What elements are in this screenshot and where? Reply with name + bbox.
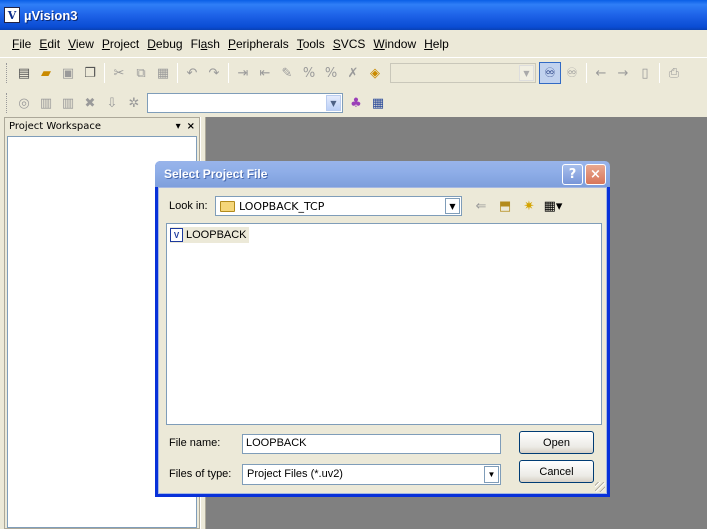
files-of-type-value: Project Files (*.uv2) <box>247 468 343 480</box>
save-all-icon[interactable]: ❐ <box>79 62 101 84</box>
menu-file[interactable]: File <box>8 35 35 53</box>
copy-icon[interactable]: ⧉ <box>130 62 152 84</box>
dialog-titlebar[interactable]: Select Project File ? × <box>155 161 610 187</box>
new-folder-icon[interactable]: ✷ <box>518 196 540 216</box>
navigate-forward-icon[interactable]: → <box>612 62 634 84</box>
stop-build-icon[interactable]: ✖ <box>79 92 101 114</box>
manage-components-icon[interactable]: ▦ <box>367 92 389 114</box>
dialog-body: Look in: LOOPBACK_TCP ▼ ⇐ ⬒ ✷ ▦▾ V LOOPB… <box>158 187 607 494</box>
menu-view[interactable]: View <box>64 35 98 53</box>
help-icon[interactable]: ? <box>562 163 583 185</box>
find-combo[interactable]: ▼ <box>390 63 536 83</box>
toolbar-grip[interactable] <box>6 93 9 113</box>
find-binoculars-icon[interactable]: ♾ <box>539 62 561 84</box>
toolbar-separator <box>659 63 660 83</box>
open-file-icon[interactable]: ▰ <box>35 62 57 84</box>
files-of-type-label: Files of type: <box>169 468 232 480</box>
menu-svcs[interactable]: SVCS <box>329 35 370 53</box>
chevron-down-icon[interactable]: ▼ <box>326 95 341 111</box>
unindent-icon[interactable]: ⇤ <box>254 62 276 84</box>
workspace-title: Project Workspace <box>9 120 102 132</box>
workspace-options-icon[interactable]: ▾ <box>176 121 181 132</box>
file-extensions-icon[interactable]: ♣ <box>345 92 367 114</box>
build-toolbar: ◎ ▥ ▥ ✖ ⇩ ✲ ▼ ♣ ▦ <box>0 88 707 118</box>
menu-peripherals[interactable]: Peripherals <box>224 35 293 53</box>
bookmark-clear-icon[interactable]: ✗ <box>342 62 364 84</box>
look-in-label: Look in: <box>169 200 208 212</box>
menu-tools[interactable]: Tools <box>293 35 329 53</box>
back-arrow-icon[interactable]: ⇐ <box>470 196 492 216</box>
file-name-input[interactable]: LOOPBACK <box>242 434 501 454</box>
view-menu-icon[interactable]: ▦▾ <box>542 196 564 216</box>
chevron-down-icon[interactable]: ▼ <box>484 466 499 483</box>
files-of-type-combo[interactable]: Project Files (*.uv2) ▼ <box>242 464 501 485</box>
workspace-close-icon[interactable]: × <box>187 121 195 132</box>
indent-icon[interactable]: ⇥ <box>232 62 254 84</box>
folder-icon <box>220 200 235 212</box>
list-item[interactable]: V LOOPBACK <box>170 227 249 243</box>
menu-edit[interactable]: Edit <box>35 35 64 53</box>
file-item-name: LOOPBACK <box>186 229 247 241</box>
new-file-icon[interactable]: ▤ <box>13 62 35 84</box>
look-in-combo[interactable]: LOOPBACK_TCP ▼ <box>215 196 462 216</box>
menu-debug[interactable]: Debug <box>143 35 186 53</box>
build-target-combo[interactable]: ▼ <box>147 93 343 113</box>
redo-icon[interactable]: ↷ <box>203 62 225 84</box>
save-icon[interactable]: ▣ <box>57 62 79 84</box>
app-titlebar[interactable]: V µVision3 <box>0 0 707 30</box>
navigate-back-icon[interactable]: ← <box>590 62 612 84</box>
menu-bar: File Edit View Project Debug Flash Perip… <box>0 30 707 58</box>
translate-icon[interactable]: ◎ <box>13 92 35 114</box>
up-folder-icon[interactable]: ⬒ <box>494 196 516 216</box>
undo-icon[interactable]: ↶ <box>181 62 203 84</box>
app-icon-letter: V <box>7 8 17 22</box>
file-list[interactable]: V LOOPBACK <box>166 223 602 425</box>
menu-help[interactable]: Help <box>420 35 453 53</box>
file-name-label: File name: <box>169 437 221 449</box>
menu-project[interactable]: Project <box>98 35 143 53</box>
browse-icon[interactable]: ▯ <box>634 62 656 84</box>
bookmark-toggle-icon[interactable]: ✎ <box>276 62 298 84</box>
look-in-value: LOOPBACK_TCP <box>239 199 325 213</box>
toolbar-grip[interactable] <box>6 63 9 83</box>
find-in-files-icon[interactable]: ◈ <box>364 62 386 84</box>
workspace-header: Project Workspace ▾ × <box>5 118 199 134</box>
open-button[interactable]: Open <box>519 431 594 454</box>
chevron-down-icon[interactable]: ▼ <box>519 65 534 81</box>
toolbar-separator <box>228 63 229 83</box>
cancel-button[interactable]: Cancel <box>519 460 594 483</box>
dialog-title: Select Project File <box>164 167 268 181</box>
options-target-icon[interactable]: ✲ <box>123 92 145 114</box>
chevron-down-icon[interactable]: ▼ <box>445 198 460 214</box>
rebuild-icon[interactable]: ▥ <box>57 92 79 114</box>
download-icon[interactable]: ⇩ <box>101 92 123 114</box>
build-icon[interactable]: ▥ <box>35 92 57 114</box>
menu-window[interactable]: Window <box>369 35 420 53</box>
paste-icon[interactable]: ▦ <box>152 62 174 84</box>
bookmark-prev-icon[interactable]: % <box>298 62 320 84</box>
toolbar-separator <box>586 63 587 83</box>
app-title: µVision3 <box>24 7 78 23</box>
file-toolbar: ▤ ▰ ▣ ❐ ✂ ⧉ ▦ ↶ ↷ ⇥ ⇤ ✎ % % ✗ ◈ ▼ ♾ ♾ ← … <box>0 58 707 88</box>
toolbar-separator <box>104 63 105 83</box>
menu-flash[interactable]: Flash <box>187 35 224 53</box>
select-project-file-dialog: Select Project File ? × Look in: LOOPBAC… <box>155 161 610 497</box>
cut-icon[interactable]: ✂ <box>108 62 130 84</box>
toolbar-separator <box>177 63 178 83</box>
dialog-nav-toolbar: ⇐ ⬒ ✷ ▦▾ <box>470 196 564 216</box>
bookmark-next-icon[interactable]: % <box>320 62 342 84</box>
close-icon[interactable]: × <box>585 163 606 185</box>
incremental-find-icon[interactable]: ♾ <box>561 62 583 84</box>
uvision-app-icon: V <box>4 7 20 23</box>
uv2-project-file-icon: V <box>170 228 183 242</box>
print-icon[interactable]: ⎙ <box>663 62 685 84</box>
resize-grip[interactable] <box>595 482 605 492</box>
